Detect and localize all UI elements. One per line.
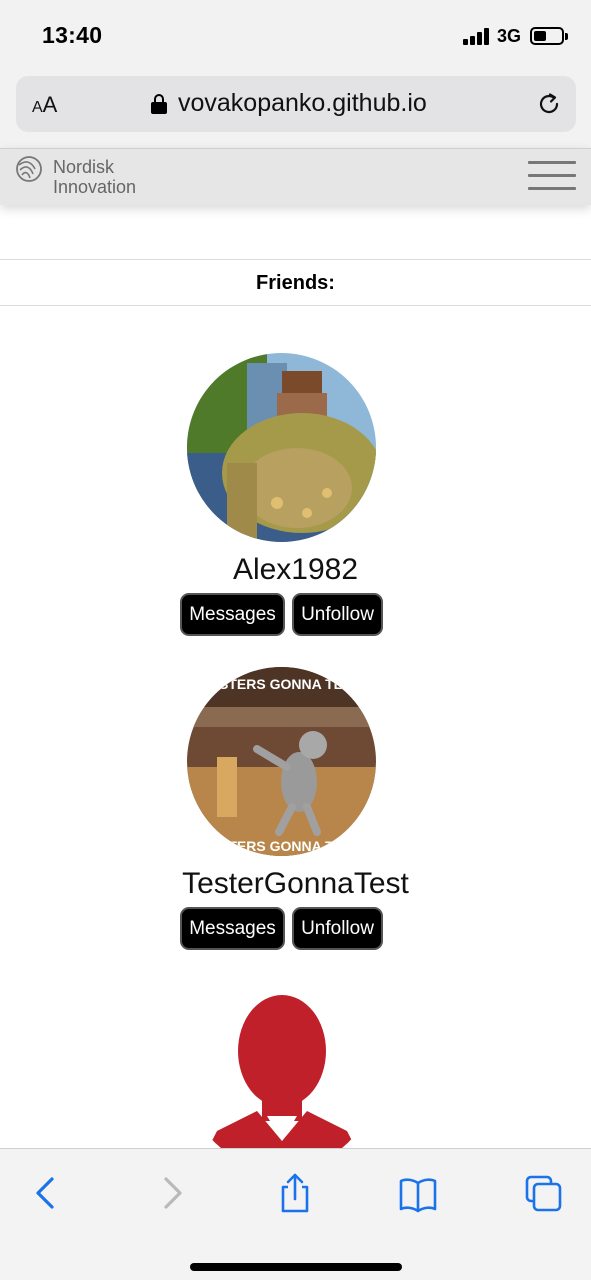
site-logo[interactable]: Nordisk Innovation [53, 157, 136, 197]
avatar-meme-text-top: TESTERS GONNA TEST [201, 676, 361, 692]
home-indicator [190, 1263, 402, 1271]
browser-toolbar [0, 1148, 591, 1280]
unfollow-button[interactable]: Unfollow [292, 593, 383, 636]
cellular-signal-icon [463, 27, 491, 45]
url-text[interactable]: vovakopanko.github.io [178, 89, 427, 118]
messages-button[interactable]: Messages [180, 593, 285, 636]
nordisk-logo-icon[interactable] [15, 155, 43, 183]
avatar-meme-text-bottom: TESTERS GONNA TEST [201, 838, 361, 854]
url-field[interactable]: AA vovakopanko.github.io [16, 76, 576, 132]
messages-button[interactable]: Messages [180, 907, 285, 950]
friend-avatar[interactable] [187, 353, 376, 542]
network-type-label: 3G [497, 26, 522, 46]
status-time: 13:40 [42, 22, 103, 48]
friends-section-header: Friends: [0, 259, 591, 306]
forward-icon[interactable] [152, 1173, 192, 1213]
browser-address-bar: AA vovakopanko.github.io [0, 70, 591, 148]
share-icon[interactable] [275, 1173, 315, 1213]
friend-name[interactable]: TesterGonnaTest [0, 867, 591, 901]
site-header: Nordisk Innovation [0, 148, 591, 205]
friend-name[interactable]: Alex1982 [0, 553, 591, 587]
hamburger-menu-icon[interactable] [528, 161, 576, 191]
unfollow-button[interactable]: Unfollow [292, 907, 383, 950]
logo-line-1: Nordisk [53, 157, 115, 177]
friend-avatar[interactable]: TESTERS GONNA TEST TESTERS GONNA TEST [187, 667, 376, 856]
battery-icon [530, 27, 568, 45]
battery-level-fill [534, 31, 546, 41]
friends-title: Friends: [256, 272, 335, 294]
lock-icon [151, 94, 167, 114]
status-bar: 13:40 3G [0, 0, 591, 70]
bookmarks-icon[interactable] [398, 1173, 438, 1213]
text-size-button[interactable]: AA [32, 92, 57, 118]
logo-line-2: Innovation [53, 177, 137, 197]
default-user-silhouette[interactable] [187, 981, 376, 1170]
back-icon[interactable] [26, 1173, 66, 1213]
tabs-icon[interactable] [523, 1173, 563, 1213]
reload-icon[interactable] [536, 91, 562, 117]
